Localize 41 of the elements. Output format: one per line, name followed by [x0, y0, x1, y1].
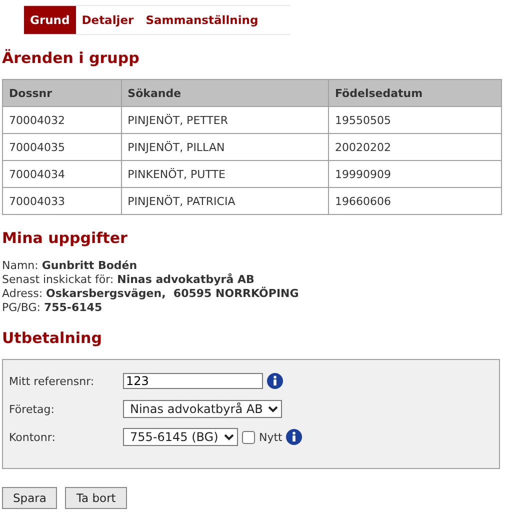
table-cell: 19660606 [328, 188, 502, 214]
field-value: Gunbritt Bodén [42, 259, 138, 272]
table-cell: PINJENÖT, PILLAN [121, 134, 328, 160]
section-heading: Ärenden i grupp [2, 49, 140, 67]
field-label: Kontonr: [9, 430, 56, 444]
new-checkbox[interactable] [242, 430, 255, 444]
table-cell: 70004035 [2, 134, 122, 160]
field-value: 755-6145 [44, 301, 102, 314]
field-label: Företag: [9, 402, 56, 416]
checkbox-label: Nytt [259, 430, 282, 444]
reference-field[interactable]: 123 [123, 373, 263, 389]
tab[interactable]: Grund [24, 6, 76, 34]
table-cell: 20020202 [328, 134, 502, 160]
tab[interactable]: Detaljer [76, 6, 140, 34]
column-header: Födelsedatum [328, 80, 502, 106]
field-value: Oskarsbergsvägen, 60595 NORRKÖPING [46, 287, 299, 300]
save-button[interactable]: Spara [2, 487, 58, 509]
company-select[interactable]: Ninas advokatbyrå AB [123, 400, 282, 418]
info-icon[interactable] [267, 373, 283, 389]
info-icon[interactable] [286, 429, 302, 445]
column-header: Sökande [121, 80, 328, 106]
table-cell: 19550505 [328, 106, 502, 134]
field-label: PG/BG: [2, 301, 40, 314]
table-cell: 70004034 [2, 160, 122, 188]
column-header: Dossnr [2, 80, 122, 106]
field-value: Ninas advokatbyrå AB [117, 273, 254, 286]
field-label: Mitt referensnr: [9, 374, 96, 388]
tab[interactable]: Sammanställning [140, 6, 264, 34]
table-cell: PINJENÖT, PATRICIA [121, 188, 328, 214]
table-cell: 70004033 [2, 188, 122, 214]
section-heading: Mina uppgifter [2, 229, 128, 247]
account-select[interactable]: 755-6145 (BG) [123, 428, 238, 446]
table-cell: 19990909 [328, 160, 502, 188]
section-heading: Utbetalning [2, 329, 103, 347]
field-label: Namn: [2, 259, 38, 272]
table-cell: PINKENÖT, PUTTE [121, 160, 328, 188]
table-cell: 70004032 [2, 106, 122, 134]
delete-button[interactable]: Ta bort [65, 487, 127, 509]
field-label: Adress: [2, 287, 43, 300]
table-cell: PINJENÖT, PETTER [121, 106, 328, 134]
field-label: Senast inskickat för: [2, 273, 114, 286]
